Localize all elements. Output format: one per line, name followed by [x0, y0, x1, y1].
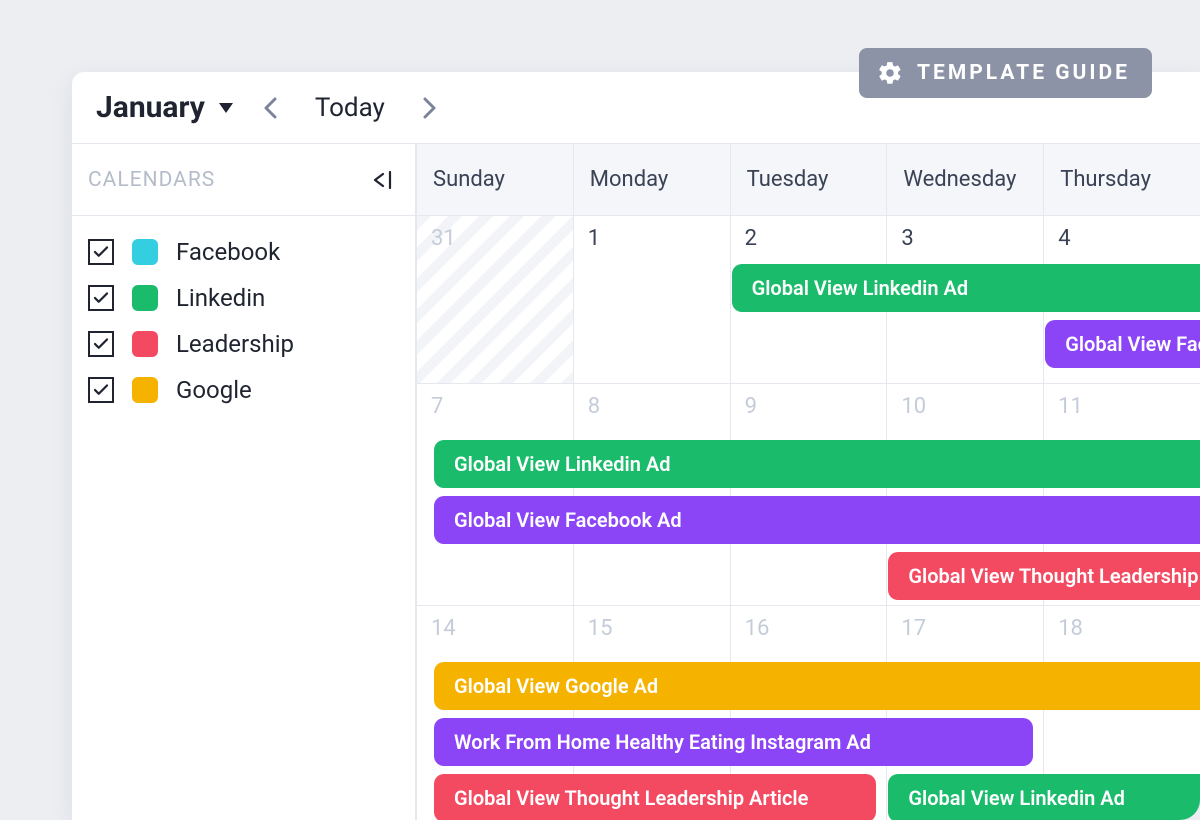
calendar-event[interactable]: Global View Facebook Ad [434, 496, 1200, 544]
day-cell[interactable]: 8 [573, 384, 730, 605]
day-number: 8 [588, 394, 716, 419]
calendar-event[interactable]: Work From Home Healthy Eating Instagram … [434, 718, 1033, 766]
sidebar: CALENDARS Facebook Linkedin [72, 144, 416, 820]
month-label: January [96, 90, 205, 125]
calendar-event[interactable]: Global View Linkedin Ad [888, 774, 1200, 820]
day-header: Tuesday [730, 144, 887, 215]
day-number: 10 [901, 394, 1029, 419]
week-row: 14 15 16 17 18 Global View Google Ad Work From… [416, 606, 1200, 820]
day-number: 7 [431, 394, 559, 419]
grid-header-row: SundayMondayTuesdayWednesdayThursday [416, 144, 1200, 216]
calendar-event[interactable]: Global View Facebook Ad [1045, 320, 1200, 368]
calendar-color-swatch [132, 285, 158, 311]
gear-icon [877, 60, 903, 86]
calendar-checkbox[interactable] [88, 377, 114, 403]
event-label: Global View Google Ad [454, 674, 658, 698]
calendar-checkbox[interactable] [88, 285, 114, 311]
template-guide-label: TEMPLATE GUIDE [917, 61, 1130, 85]
event-label: Global View Thought Leadership Article [908, 564, 1200, 588]
calendar-checkbox[interactable] [88, 331, 114, 357]
day-number: 17 [901, 616, 1029, 641]
day-number: 3 [901, 226, 1029, 251]
event-label: Global View Linkedin Ad [454, 452, 671, 476]
day-number: 4 [1058, 226, 1186, 251]
day-number: 11 [1058, 394, 1186, 419]
calendar-label: Leadership [176, 330, 294, 358]
day-number: 14 [431, 616, 559, 641]
sidebar-header: CALENDARS [72, 144, 415, 216]
calendar-item: Facebook [88, 238, 399, 266]
day-number: 1 [588, 226, 716, 251]
calendar-label: Linkedin [176, 284, 265, 312]
day-number: 15 [588, 616, 716, 641]
event-label: Global View Linkedin Ad [752, 276, 969, 300]
event-label: Global View Facebook Ad [454, 508, 682, 532]
template-guide-button[interactable]: TEMPLATE GUIDE [859, 48, 1152, 98]
day-number: 2 [745, 226, 873, 251]
day-number: 18 [1058, 616, 1186, 641]
today-button[interactable]: Today [307, 93, 393, 123]
event-label: Work From Home Healthy Eating Instagram … [454, 730, 871, 754]
week-row: 7 8 9 10 11 Global View Linkedin Ad Global Vie… [416, 384, 1200, 606]
calendar-event[interactable]: Global View Google Ad [434, 662, 1200, 710]
calendar-event[interactable]: Global View Thought Leadership Article [888, 552, 1200, 600]
day-header: Monday [573, 144, 730, 215]
day-number: 9 [745, 394, 873, 419]
calendar-event[interactable]: Global View Linkedin Ad [732, 264, 1200, 312]
day-header: Wednesday [886, 144, 1043, 215]
calendar-label: Facebook [176, 238, 280, 266]
event-label: Global View Thought Leadership Article [454, 786, 808, 810]
calendar-grid: SundayMondayTuesdayWednesdayThursday 311… [416, 144, 1200, 820]
calendar-color-swatch [132, 377, 158, 403]
calendar-list: Facebook Linkedin Leadership Google [72, 216, 415, 426]
day-number: 31 [431, 226, 559, 251]
calendar-item: Linkedin [88, 284, 399, 312]
day-cell[interactable]: 9 [730, 384, 887, 605]
chevron-down-icon [219, 103, 233, 113]
sidebar-title: CALENDARS [88, 168, 215, 192]
day-cell[interactable]: 7 [416, 384, 573, 605]
calendar-event[interactable]: Global View Thought Leadership Article [434, 774, 876, 820]
calendar-checkbox[interactable] [88, 239, 114, 265]
calendar-label: Google [176, 376, 252, 404]
prev-button[interactable] [253, 91, 287, 125]
calendar-item: Google [88, 376, 399, 404]
event-label: Global View Facebook Ad [1065, 332, 1200, 356]
collapse-sidebar-button[interactable] [369, 170, 395, 190]
day-cell[interactable]: 31 [416, 216, 573, 383]
month-select[interactable]: January [96, 90, 233, 125]
calendar-color-swatch [132, 331, 158, 357]
calendar-panel: January Today CALENDARS [72, 72, 1200, 820]
day-header: Sunday [416, 144, 573, 215]
calendar-color-swatch [132, 239, 158, 265]
next-button[interactable] [413, 91, 447, 125]
event-label: Global View Linkedin Ad [908, 786, 1125, 810]
calendar-item: Leadership [88, 330, 399, 358]
day-number: 16 [745, 616, 873, 641]
week-row: 31 1 2 3 4 Global View Linkedin Ad Global View… [416, 216, 1200, 384]
calendar-event[interactable]: Global View Linkedin Ad [434, 440, 1200, 488]
day-cell[interactable]: 1 [573, 216, 730, 383]
day-header: Thursday [1043, 144, 1200, 215]
